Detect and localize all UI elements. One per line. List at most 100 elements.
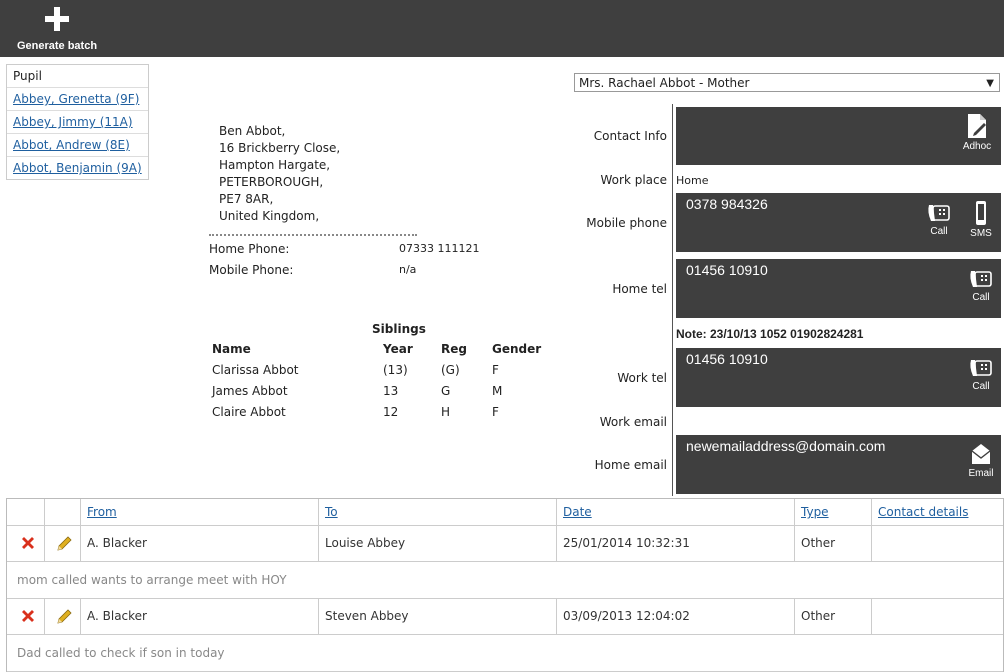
table-row: A. Blacker Louise Abbey 25/01/2014 10:32… bbox=[7, 526, 1003, 562]
home-email-label: Home email bbox=[594, 458, 667, 472]
call-label: Call bbox=[972, 381, 990, 392]
delete-icon[interactable] bbox=[20, 608, 36, 624]
sms-label: SMS bbox=[970, 228, 992, 239]
table-row: A. Blacker Steven Abbey 03/09/2013 12:04… bbox=[7, 599, 1003, 635]
plus-icon bbox=[45, 7, 69, 31]
address-line: Hampton Hargate, bbox=[219, 158, 331, 172]
call-button[interactable]: Call bbox=[966, 357, 996, 392]
delete-cell bbox=[7, 526, 44, 561]
header-edit-col bbox=[44, 499, 80, 525]
work-tel-panel: 01456 10910 Call bbox=[676, 348, 1001, 407]
phone-icon bbox=[970, 271, 992, 287]
sort-type-link[interactable]: Type bbox=[801, 505, 829, 519]
sibling-col-reg: Reg bbox=[441, 342, 467, 356]
address-line: 16 Brickberry Close, bbox=[219, 141, 341, 155]
mobile-phone-label: Mobile phone bbox=[586, 216, 667, 230]
pencil-icon[interactable] bbox=[55, 535, 73, 553]
call-button[interactable]: Call bbox=[924, 202, 954, 237]
address-line: United Kingdom, bbox=[219, 209, 320, 223]
sort-from-link[interactable]: From bbox=[87, 505, 117, 519]
contact-details-cell bbox=[871, 526, 1003, 561]
email-button[interactable]: Email bbox=[964, 442, 998, 479]
contact-details-cell bbox=[871, 599, 1003, 634]
home-phone-label: Home Phone: bbox=[209, 242, 290, 256]
mobile-phone-number: 0378 984326 bbox=[686, 196, 768, 212]
sort-date-link[interactable]: Date bbox=[563, 505, 592, 519]
home-tel-label: Home tel bbox=[612, 282, 667, 296]
to-cell: Steven Abbey bbox=[318, 599, 556, 634]
pupil-list-header: Pupil bbox=[7, 65, 148, 88]
home-email-address: newemailaddress@domain.com bbox=[686, 438, 886, 454]
siblings-title: Siblings bbox=[372, 322, 426, 336]
work-place-value: Home bbox=[676, 174, 709, 187]
pupil-item: Abbey, Grenetta (9F) bbox=[7, 88, 148, 111]
sibling-reg: H bbox=[441, 405, 451, 419]
address-line: Ben Abbot, bbox=[219, 124, 286, 138]
sibling-year: (13) bbox=[383, 363, 408, 377]
pencil-icon[interactable] bbox=[55, 608, 73, 626]
sibling-col-gender: Gender bbox=[492, 342, 542, 356]
pupil-link[interactable]: Abbey, Grenetta (9F) bbox=[13, 92, 139, 106]
mobile-phone-icon bbox=[976, 201, 986, 225]
edit-cell bbox=[44, 526, 80, 561]
to-cell: Louise Abbey bbox=[318, 526, 556, 561]
email-label: Email bbox=[968, 468, 994, 479]
log-note: mom called wants to arrange meet with HO… bbox=[7, 562, 1003, 599]
pupil-link[interactable]: Abbey, Jimmy (11A) bbox=[13, 115, 133, 129]
sibling-name: James Abbot bbox=[212, 384, 288, 398]
pupil-link[interactable]: Abbot, Benjamin (9A) bbox=[13, 161, 142, 175]
sort-contact-details-link[interactable]: Contact details bbox=[878, 505, 968, 519]
work-email-label: Work email bbox=[599, 415, 667, 429]
date-cell: 03/09/2013 12:04:02 bbox=[556, 599, 794, 634]
header-date: Date bbox=[556, 499, 794, 525]
delete-cell bbox=[7, 599, 44, 634]
generate-batch-label: Generate batch bbox=[16, 40, 98, 52]
pupil-item: Abbey, Jimmy (11A) bbox=[7, 111, 148, 134]
call-label: Call bbox=[972, 292, 990, 303]
home-phone-row: Home Phone: 07333 111121 bbox=[209, 242, 479, 256]
sibling-name: Clarissa Abbot bbox=[212, 363, 299, 377]
pupil-item: Abbot, Andrew (8E) bbox=[7, 134, 148, 157]
header-to: To bbox=[318, 499, 556, 525]
pupil-list: Pupil Abbey, Grenetta (9F) Abbey, Jimmy … bbox=[6, 64, 149, 180]
contact-info-panel: Adhoc bbox=[676, 107, 1001, 165]
call-button[interactable]: Call bbox=[966, 268, 996, 303]
table-header-row: From To Date Type Contact details bbox=[7, 499, 1003, 526]
top-toolbar: Generate batch bbox=[0, 0, 1004, 57]
sibling-reg: (G) bbox=[441, 363, 460, 377]
address-line: PE7 8AR, bbox=[219, 192, 274, 206]
pupil-address: Ben Abbot, 16 Brickberry Close, Hampton … bbox=[219, 123, 340, 225]
work-tel-label: Work tel bbox=[617, 371, 667, 385]
envelope-icon bbox=[971, 444, 991, 464]
header-type: Type bbox=[794, 499, 871, 525]
mobile-phone-value: n/a bbox=[399, 263, 417, 276]
address-line: PETERBOROUGH, bbox=[219, 175, 324, 189]
type-cell: Other bbox=[794, 599, 871, 634]
contact-select[interactable]: Mrs. Rachael Abbot - Mother ▼ bbox=[574, 73, 1000, 92]
home-tel-panel: 01456 10910 Call bbox=[676, 259, 1001, 318]
work-place-label: Work place bbox=[600, 173, 668, 187]
dropdown-arrow-icon: ▼ bbox=[986, 78, 994, 89]
mobile-phone-panel: 0378 984326 Call SMS bbox=[676, 193, 1001, 252]
home-tel-number: 01456 10910 bbox=[686, 262, 768, 278]
pupil-item: Abbot, Benjamin (9A) bbox=[7, 157, 148, 179]
pupil-link[interactable]: Abbot, Andrew (8E) bbox=[13, 138, 130, 152]
sibling-reg: G bbox=[441, 384, 451, 398]
adhoc-button[interactable]: Adhoc bbox=[957, 113, 997, 152]
type-cell: Other bbox=[794, 526, 871, 561]
delete-icon[interactable] bbox=[20, 535, 36, 551]
adhoc-label: Adhoc bbox=[962, 141, 992, 152]
generate-batch-button[interactable]: Generate batch bbox=[14, 4, 100, 54]
mobile-phone-row: Mobile Phone: n/a bbox=[209, 263, 416, 277]
phone-icon bbox=[970, 360, 992, 376]
document-edit-icon bbox=[968, 114, 986, 138]
sort-to-link[interactable]: To bbox=[325, 505, 338, 519]
contact-divider bbox=[672, 104, 673, 496]
date-cell: 25/01/2014 10:32:31 bbox=[556, 526, 794, 561]
sms-button[interactable]: SMS bbox=[966, 200, 996, 239]
call-label: Call bbox=[930, 226, 948, 237]
header-delete-col bbox=[7, 499, 44, 525]
sibling-col-name: Name bbox=[212, 342, 251, 356]
contact-info-label: Contact Info bbox=[593, 129, 667, 143]
phone-icon bbox=[928, 205, 950, 221]
